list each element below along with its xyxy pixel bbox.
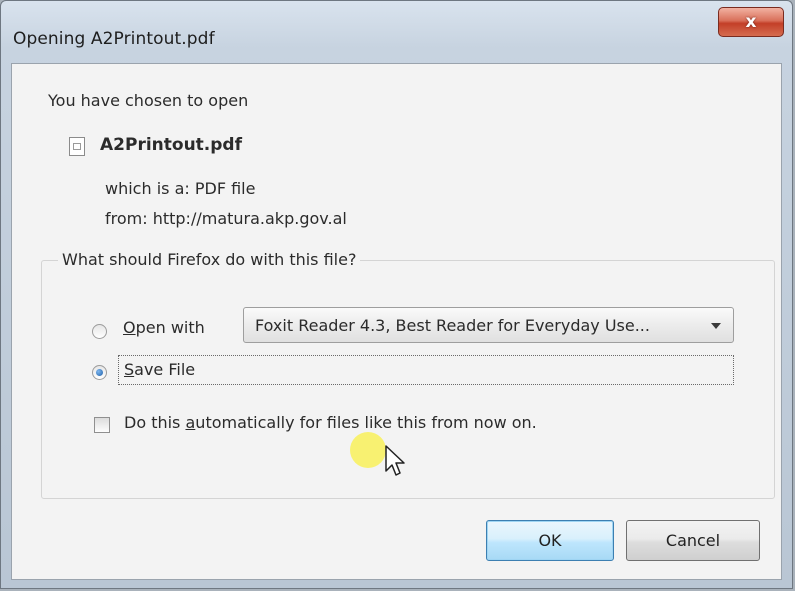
open-with-label-rest: pen with [135,318,205,337]
open-with-label[interactable]: Open with [123,318,205,337]
close-icon: x [745,12,757,32]
mouse-pointer-icon [385,445,405,476]
file-type: which is a: PDF file [105,179,256,198]
ok-button[interactable]: OK [486,520,614,561]
chevron-down-icon [711,323,721,329]
open-with-accel: O [123,318,136,337]
dialog-window: Opening A2Printout.pdf x You have chosen… [0,0,793,589]
save-file-radio[interactable] [92,365,107,380]
window-title: Opening A2Printout.pdf [13,29,215,49]
auto-action-label-before: Do this [124,413,186,432]
open-with-app-select[interactable]: Foxit Reader 4.3, Best Reader for Everyd… [243,307,734,343]
action-group-legend: What should Firefox do with this file? [58,250,361,269]
document-icon [69,137,85,156]
file-name: A2Printout.pdf [100,135,242,155]
save-file-label-rest: ave File [134,360,196,379]
dialog-content: You have chosen to open A2Printout.pdf w… [11,63,782,580]
title-bar[interactable]: Opening A2Printout.pdf x [1,1,792,61]
cancel-button[interactable]: Cancel [626,520,760,561]
close-button[interactable]: x [718,7,784,37]
file-source: from: http://matura.akp.gov.al [105,209,347,228]
save-file-label[interactable]: Save File [124,360,195,379]
save-file-focus-rect [118,355,734,385]
auto-action-label[interactable]: Do this automatically for files like thi… [124,413,537,432]
cursor-highlight [350,432,386,468]
open-with-radio[interactable] [92,324,107,339]
auto-action-label-after: utomatically for files like this from no… [195,413,537,432]
auto-action-accel: a [185,413,196,432]
save-file-accel: S [124,360,135,379]
open-with-app-value: Foxit Reader 4.3, Best Reader for Everyd… [255,316,650,335]
intro-text: You have chosen to open [48,91,249,110]
auto-action-checkbox[interactable] [94,417,110,433]
